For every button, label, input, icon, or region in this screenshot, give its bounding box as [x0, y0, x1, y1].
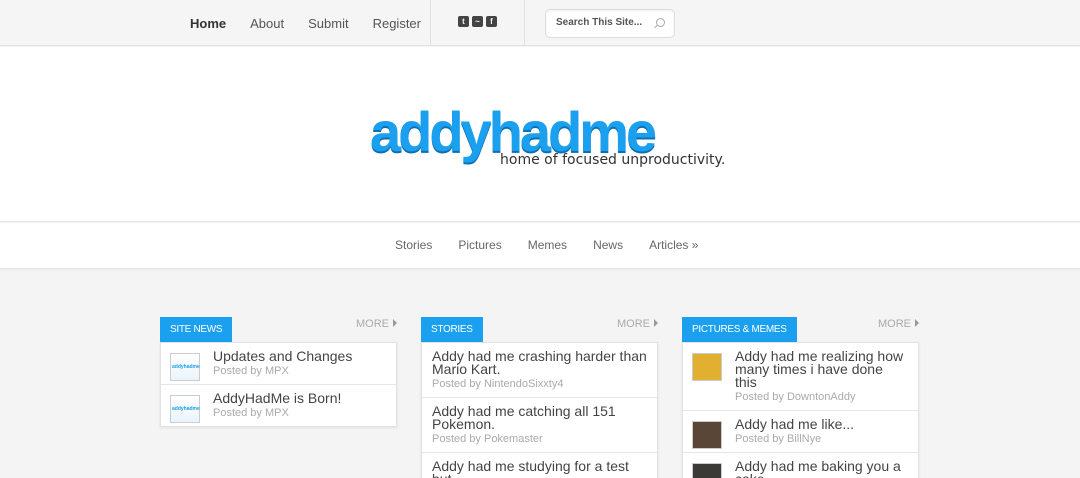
- post-list: Updates and Changes Posted by MPX AddyHa…: [160, 342, 397, 427]
- column-title[interactable]: PICTURES & MEMES: [682, 317, 797, 342]
- post-meta: Posted by BillNye: [735, 433, 822, 445]
- nav-register-link[interactable]: Register: [373, 16, 421, 31]
- list-item[interactable]: Addy had me like... Posted by BillNye: [683, 411, 918, 453]
- post-title[interactable]: Addy had me crashing harder than Mario K…: [432, 349, 647, 376]
- more-label[interactable]: MORE: [617, 318, 650, 330]
- category-pictures-link[interactable]: Pictures: [458, 238, 501, 252]
- category-news-link[interactable]: News: [593, 238, 623, 252]
- top-bar: Home About Submit Register t ~ f: [0, 0, 1080, 46]
- post-title[interactable]: Addy had me like...: [735, 417, 908, 431]
- list-item[interactable]: AddyHadMe is Born! Posted by MPX: [161, 385, 396, 426]
- category-nav: Stories Pictures Memes News Articles »: [0, 223, 1080, 269]
- post-title[interactable]: Addy had me realizing how many times i h…: [735, 349, 908, 389]
- search-input[interactable]: [556, 17, 651, 28]
- list-item[interactable]: Addy had me crashing harder than Mario K…: [422, 343, 657, 398]
- twitter-icon[interactable]: t: [458, 16, 469, 27]
- top-nav: Home About Submit Register: [178, 0, 433, 46]
- post-title[interactable]: Addy had me baking you a cake: [735, 459, 908, 478]
- post-list: Addy had me crashing harder than Mario K…: [421, 342, 658, 478]
- category-stories-link[interactable]: Stories: [395, 238, 432, 252]
- nav-home-link[interactable]: Home: [190, 16, 226, 31]
- list-item[interactable]: Addy had me realizing how many times i h…: [683, 343, 918, 411]
- post-meta: Posted by MPX: [213, 407, 289, 419]
- list-item[interactable]: Addy had me baking you a cake: [683, 453, 918, 478]
- divider: [524, 0, 525, 46]
- search-box: [545, 9, 675, 38]
- post-title[interactable]: AddyHadMe is Born!: [213, 391, 386, 405]
- more-link[interactable]: MORE: [617, 318, 658, 330]
- rss-icon[interactable]: ~: [472, 16, 483, 27]
- post-meta: Posted by MPX: [213, 365, 289, 377]
- category-articles-link[interactable]: Articles »: [649, 238, 698, 252]
- arrow-right-icon: [654, 319, 658, 327]
- more-link[interactable]: MORE: [356, 318, 397, 330]
- post-list: Addy had me realizing how many times i h…: [682, 342, 919, 478]
- list-item[interactable]: Addy had me studying for a test but: [422, 453, 657, 478]
- list-item[interactable]: Addy had me catching all 151 Pokemon. Po…: [422, 398, 657, 453]
- post-title[interactable]: Addy had me catching all 151 Pokemon.: [432, 404, 647, 431]
- arrow-right-icon: [915, 319, 919, 327]
- arrow-right-icon: [393, 319, 397, 327]
- nav-about-link[interactable]: About: [250, 16, 284, 31]
- post-title[interactable]: Addy had me studying for a test but: [432, 459, 647, 478]
- post-thumbnail[interactable]: [692, 421, 722, 449]
- post-meta: Posted by NintendoSixxty4: [432, 378, 564, 390]
- post-thumbnail[interactable]: [170, 353, 200, 381]
- more-label[interactable]: MORE: [356, 318, 389, 330]
- nav-submit-link[interactable]: Submit: [308, 16, 348, 31]
- post-thumbnail[interactable]: [692, 353, 722, 381]
- site-tagline: home of focused unproductivity.: [500, 152, 726, 168]
- search-icon[interactable]: [656, 18, 665, 27]
- post-thumbnail[interactable]: [170, 395, 200, 423]
- column-title[interactable]: STORIES: [421, 317, 483, 342]
- social-icons: t ~ f: [458, 16, 497, 27]
- column-title[interactable]: SITE NEWS: [160, 317, 233, 342]
- divider: [430, 0, 431, 46]
- site-header: addyhadme home of focused unproductivity…: [0, 47, 1080, 222]
- more-link[interactable]: MORE: [878, 318, 919, 330]
- post-thumbnail[interactable]: [692, 463, 722, 478]
- post-meta: Posted by Pokemaster: [432, 433, 543, 445]
- post-title[interactable]: Updates and Changes: [213, 349, 386, 363]
- more-label[interactable]: MORE: [878, 318, 911, 330]
- post-meta: Posted by DowntonAddy: [735, 391, 856, 403]
- category-memes-link[interactable]: Memes: [528, 238, 567, 252]
- list-item[interactable]: Updates and Changes Posted by MPX: [161, 343, 396, 385]
- facebook-icon[interactable]: f: [486, 16, 497, 27]
